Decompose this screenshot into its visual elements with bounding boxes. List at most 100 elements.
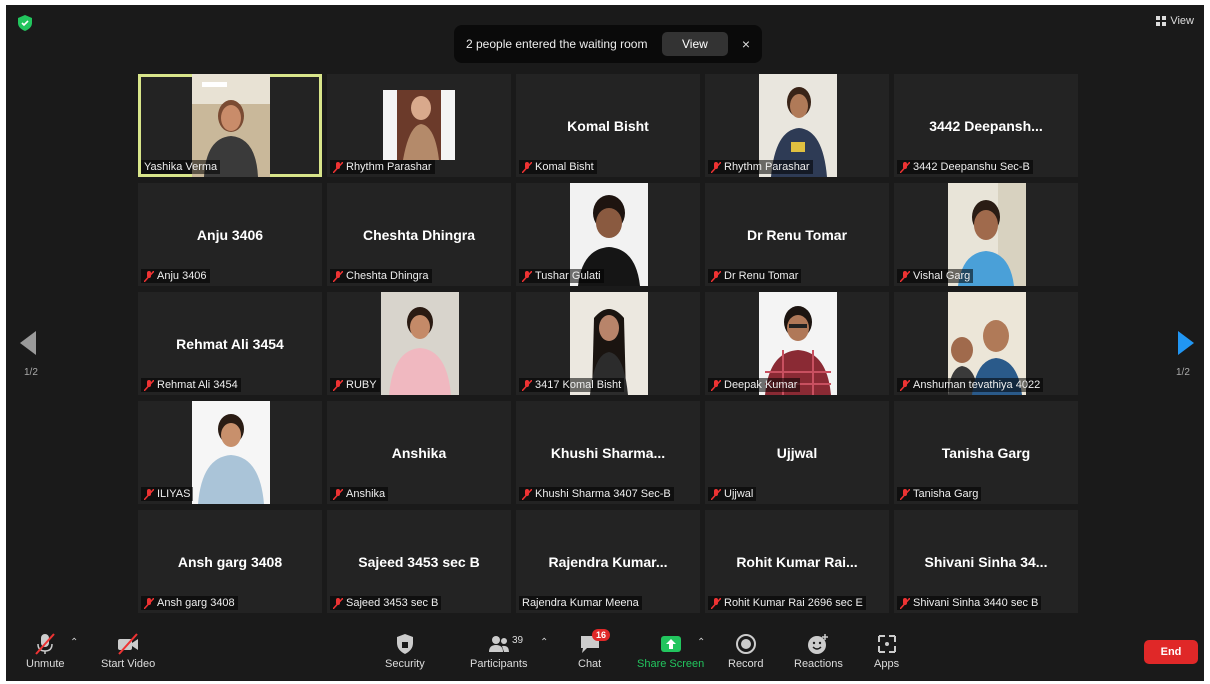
- record-button[interactable]: Record: [728, 633, 763, 670]
- participant-name-label: Deepak Kumar: [708, 378, 801, 392]
- participant-tile[interactable]: Anshuman tevathiya 4022: [894, 292, 1078, 395]
- participant-tile[interactable]: Komal Bisht Komal Bisht: [516, 74, 700, 177]
- waiting-room-notification: 2 people entered the waiting room View ×: [454, 25, 762, 63]
- mic-muted-icon: [522, 270, 532, 282]
- participant-tile[interactable]: Vishal Garg: [894, 183, 1078, 286]
- close-notification-icon[interactable]: ×: [742, 36, 750, 52]
- participant-name-label: Rohit Kumar Rai 2696 sec E: [708, 596, 866, 610]
- participant-tile[interactable]: Yashika Verma: [138, 74, 322, 177]
- participant-tile[interactable]: Rhythm Parashar: [327, 74, 511, 177]
- participant-name: Ujjwal: [724, 488, 754, 500]
- participant-name-label: RUBY: [330, 378, 380, 392]
- chat-unread-badge: 16: [592, 629, 611, 641]
- view-menu-button[interactable]: View: [1156, 15, 1194, 27]
- participant-tile[interactable]: 3442 Deepansh... 3442 Deepanshu Sec-B: [894, 74, 1078, 177]
- participant-tile[interactable]: ILIYAS: [138, 401, 322, 504]
- participant-name-large: Sajeed 3453 sec B: [358, 554, 480, 570]
- participant-tile[interactable]: Anju 3406 Anju 3406: [138, 183, 322, 286]
- unmute-label: Unmute: [26, 658, 65, 670]
- share-options-caret-icon[interactable]: ⌃: [697, 637, 705, 648]
- participant-tile[interactable]: Dr Renu Tomar Dr Renu Tomar: [705, 183, 889, 286]
- participant-name-label: 3442 Deepanshu Sec-B: [897, 160, 1033, 174]
- mic-muted-icon: [333, 379, 343, 391]
- participant-tile[interactable]: Tanisha Garg Tanisha Garg: [894, 401, 1078, 504]
- participant-tile[interactable]: 3417 Komal Bisht: [516, 292, 700, 395]
- participant-name-label: Rehmat Ali 3454: [141, 378, 241, 392]
- unmute-button[interactable]: Unmute: [26, 633, 65, 670]
- audio-options-caret-icon[interactable]: ⌃: [70, 637, 78, 648]
- participant-name-large: Ujjwal: [776, 445, 818, 461]
- security-button[interactable]: Security: [385, 633, 425, 670]
- participant-name-large: Rohit Kumar Rai...: [736, 554, 858, 570]
- participant-name: Anshika: [346, 488, 386, 500]
- chat-button[interactable]: 16 Chat: [578, 629, 611, 670]
- mic-muted-icon: [522, 488, 532, 500]
- reactions-button[interactable]: Reactions: [794, 633, 843, 670]
- mic-muted-icon: [711, 161, 721, 173]
- previous-page-arrow-icon[interactable]: [20, 331, 38, 355]
- share-screen-button[interactable]: Share Screen: [637, 633, 704, 670]
- participant-name-large: Tanisha Garg: [941, 445, 1031, 461]
- participant-name-large: Dr Renu Tomar: [746, 227, 848, 243]
- participant-tile[interactable]: Tushar Gulati: [516, 183, 700, 286]
- participant-tile[interactable]: RUBY: [327, 292, 511, 395]
- waiting-room-view-button[interactable]: View: [662, 32, 728, 56]
- start-video-button[interactable]: Start Video: [101, 633, 155, 670]
- participant-name-large: Ansh garg 3408: [177, 554, 283, 570]
- participant-name: Vishal Garg: [913, 270, 971, 282]
- participants-label: Participants: [470, 658, 528, 670]
- participant-name: Cheshta Dhingra: [346, 270, 429, 282]
- participant-name: Dr Renu Tomar: [724, 270, 799, 282]
- participant-video: [192, 401, 270, 504]
- mic-muted-icon: [333, 161, 343, 173]
- encryption-shield-icon[interactable]: [18, 15, 32, 31]
- participants-count: 39: [512, 635, 524, 646]
- participant-name: Anshuman tevathiya 4022: [913, 379, 1041, 391]
- participant-name-large: Khushi Sharma...: [550, 445, 666, 461]
- participant-name-label: Tanisha Garg: [897, 487, 982, 501]
- participant-name-label: Tushar Gulati: [519, 269, 604, 283]
- end-meeting-button[interactable]: End: [1144, 640, 1198, 664]
- participant-tile[interactable]: Rehmat Ali 3454 Rehmat Ali 3454: [138, 292, 322, 395]
- participant-name-label: 3417 Komal Bisht: [519, 378, 625, 392]
- participant-tile[interactable]: Rohit Kumar Rai... Rohit Kumar Rai 2696 …: [705, 510, 889, 613]
- next-page-arrow-icon[interactable]: [1176, 331, 1194, 355]
- security-label: Security: [385, 658, 425, 670]
- participant-tile[interactable]: Deepak Kumar: [705, 292, 889, 395]
- participants-options-caret-icon[interactable]: ⌃: [540, 637, 548, 648]
- smiley-face-icon: [808, 634, 829, 654]
- video-camera-off-icon: [118, 633, 139, 655]
- participant-tile[interactable]: Shivani Sinha 34... Shivani Sinha 3440 s…: [894, 510, 1078, 613]
- participant-tile[interactable]: Rhythm Parashar: [705, 74, 889, 177]
- mic-muted-icon: [900, 270, 910, 282]
- mic-muted-icon: [711, 488, 721, 500]
- mic-muted-icon: [900, 488, 910, 500]
- apps-button[interactable]: Apps: [874, 633, 899, 670]
- participant-tile[interactable]: Sajeed 3453 sec B Sajeed 3453 sec B: [327, 510, 511, 613]
- share-screen-label: Share Screen: [637, 658, 705, 670]
- participant-name: Sajeed 3453 sec B: [346, 597, 439, 609]
- participant-tile[interactable]: Khushi Sharma... Khushi Sharma 3407 Sec-…: [516, 401, 700, 504]
- mic-muted-icon: [144, 379, 154, 391]
- participant-name: Anju 3406: [157, 270, 207, 282]
- participant-name: Deepak Kumar: [724, 379, 798, 391]
- participant-video: [381, 292, 459, 395]
- participant-tile[interactable]: Ansh garg 3408 Ansh garg 3408: [138, 510, 322, 613]
- participant-name-large: Shivani Sinha 34...: [924, 554, 1048, 570]
- participant-tile[interactable]: Cheshta Dhingra Cheshta Dhingra: [327, 183, 511, 286]
- participants-button[interactable]: 39 Participants: [470, 633, 527, 670]
- participant-photo: [383, 90, 455, 160]
- participant-name-label: Anshika: [330, 487, 389, 501]
- participant-name: Yashika Verma: [144, 161, 218, 173]
- apps-icon: [877, 635, 896, 653]
- participant-tile[interactable]: Rajendra Kumar... Rajendra Kumar Meena: [516, 510, 700, 613]
- participant-name-label: Dr Renu Tomar: [708, 269, 802, 283]
- mic-muted-icon: [144, 270, 154, 282]
- participant-gallery: Yashika Verma Rhythm Parashar Komal Bish…: [138, 74, 1078, 613]
- participant-name: Rohit Kumar Rai 2696 sec E: [724, 597, 863, 609]
- participant-tile[interactable]: Anshika Anshika: [327, 401, 511, 504]
- participant-tile[interactable]: Ujjwal Ujjwal: [705, 401, 889, 504]
- mic-muted-icon: [522, 161, 532, 173]
- participant-name-large: Rehmat Ali 3454: [176, 336, 284, 352]
- page-indicator-right: 1/2: [1176, 367, 1190, 378]
